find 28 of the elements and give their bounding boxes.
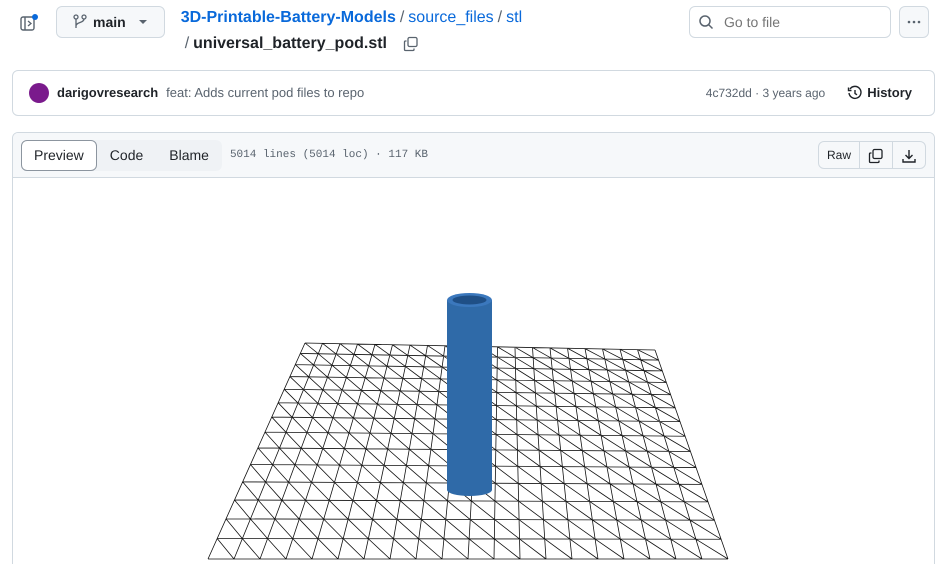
path-separator: / xyxy=(184,34,190,54)
more-icon xyxy=(907,20,921,24)
view-tab[interactable]: Preview xyxy=(21,140,97,170)
path-separator: / xyxy=(400,8,404,28)
view-tab[interactable]: Blame xyxy=(156,140,222,170)
copy-icon xyxy=(868,148,884,164)
history-button[interactable]: History xyxy=(841,82,918,104)
author-link[interactable]: darigovresearch xyxy=(57,83,158,103)
avatar-icon xyxy=(29,83,49,103)
commit-message: feat: Adds current pod files to repo xyxy=(166,84,364,102)
search-field[interactable]: Go to file xyxy=(689,6,891,38)
sidebar-toggle-icon[interactable] xyxy=(20,14,40,32)
branch-icon xyxy=(73,14,87,30)
file-name: universal_battery_pod.stl xyxy=(193,34,387,54)
repo-link[interactable]: 3D-Printable-Battery-Models xyxy=(180,6,396,30)
commit-hash-age: 4c732dd · 3 years ago xyxy=(706,85,826,102)
folder-link[interactable]: stl xyxy=(506,6,522,30)
branch-button[interactable]: main xyxy=(56,6,165,38)
file-info: 5014 lines (5014 loc) · 117 KB xyxy=(230,148,428,163)
caret-icon xyxy=(138,19,148,25)
history-icon xyxy=(847,85,864,101)
copy-path-icon[interactable] xyxy=(402,36,419,52)
search-input: Go to file xyxy=(722,10,882,34)
search-icon xyxy=(698,14,714,30)
path-separator: / xyxy=(498,8,502,28)
folder-link[interactable]: source_files xyxy=(408,6,494,30)
view-tab[interactable]: Code xyxy=(96,140,156,170)
download-icon xyxy=(901,148,917,164)
